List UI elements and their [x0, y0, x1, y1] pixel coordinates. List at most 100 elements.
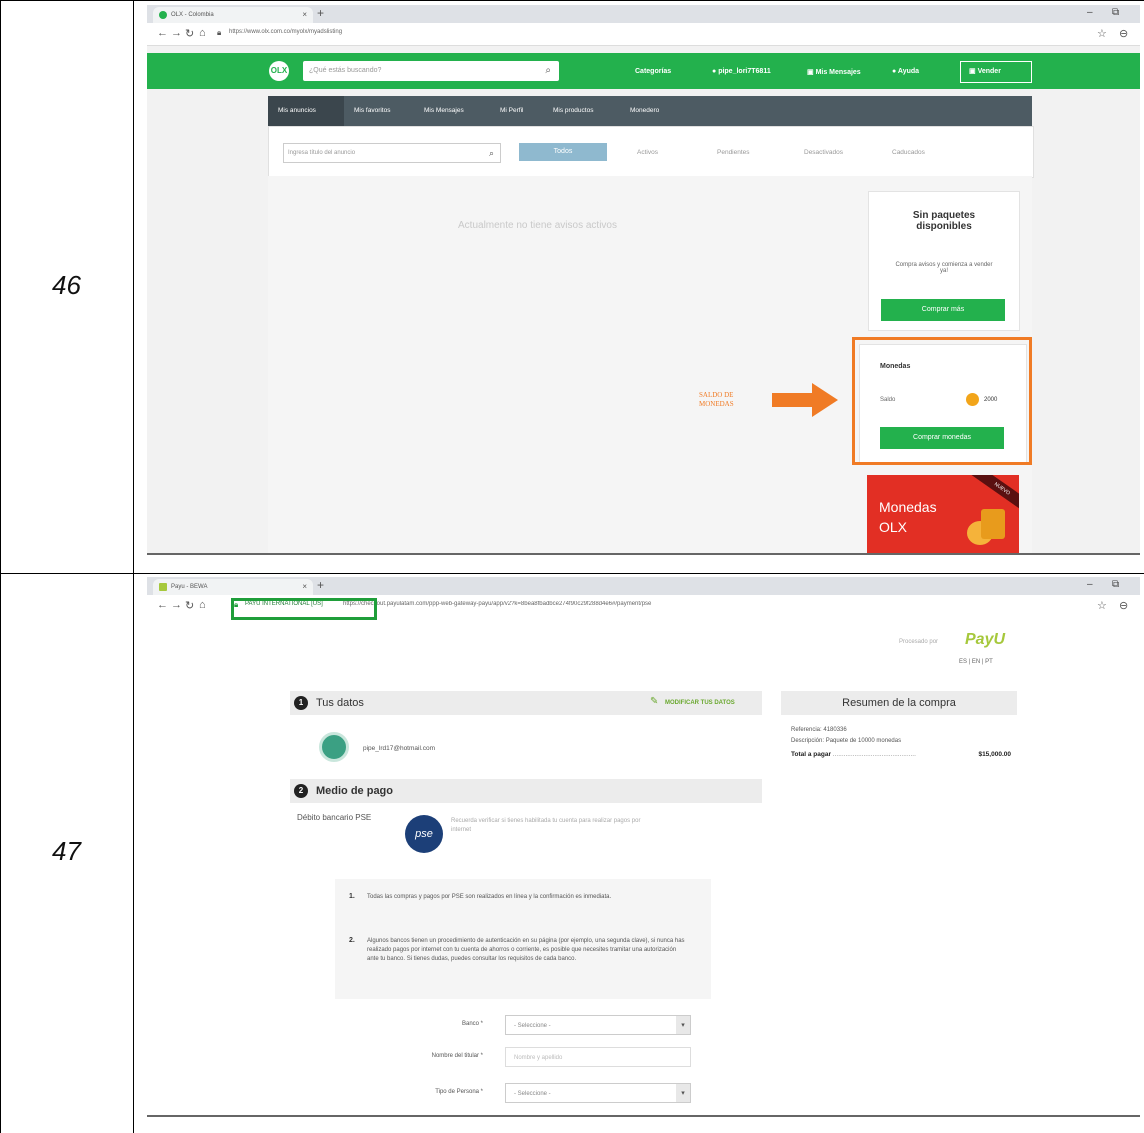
- coin-stack-icon: [963, 505, 1005, 545]
- filter-expired[interactable]: Caducados: [892, 149, 925, 156]
- edit-data-link[interactable]: MODIFICAR TUS DATOS: [665, 700, 735, 706]
- browser-tab[interactable]: OLX - Colombia ×: [153, 7, 313, 23]
- method-label: Débito bancario PSE: [297, 813, 372, 822]
- restore-icon-2[interactable]: ⧉: [1112, 579, 1119, 590]
- filter-all-button[interactable]: Todos: [519, 143, 607, 161]
- packages-panel: Sin paquetes disponibles Compra avisos y…: [868, 191, 1020, 331]
- new-tab-icon[interactable]: +: [317, 6, 324, 20]
- holder-name-input[interactable]: Nombre y apellido: [505, 1047, 691, 1067]
- camera-icon: ▣: [969, 68, 976, 75]
- ads-search-icon[interactable]: ⌕: [489, 144, 494, 162]
- bank-select[interactable]: - Seleccione - ▾: [505, 1015, 691, 1035]
- olx-header: OLX ¿Qué estás buscando? ⌕ Categorías ● …: [147, 53, 1140, 89]
- restore-icon[interactable]: ⧉: [1112, 7, 1119, 18]
- screenshot-olx: OLX - Colombia × + – ⧉ ← → ↻ ⌂ 🔒︎ https:…: [147, 5, 1140, 553]
- packages-title: Sin paquetes disponibles: [912, 210, 976, 232]
- promo-title-1: Monedas: [879, 499, 937, 515]
- step2-header: 2 Medio de pago: [290, 779, 762, 803]
- subnav-products[interactable]: Mis productos: [553, 107, 593, 114]
- back-icon[interactable]: ←: [157, 27, 168, 39]
- star-icon[interactable]: ☆: [1097, 27, 1107, 40]
- ads-filter-bar: Ingresa título del anuncio ⌕ Todos Activ…: [268, 126, 1034, 178]
- person-type-chevron-down-icon: ▾: [676, 1084, 690, 1102]
- step2-badge: 2: [294, 784, 308, 798]
- minimize-icon[interactable]: –: [1087, 7, 1093, 18]
- filter-pending[interactable]: Pendientes: [717, 149, 750, 156]
- sell-label: Vender: [977, 68, 1001, 75]
- subnav-wallet[interactable]: Monedero: [630, 107, 659, 114]
- home-icon[interactable]: ⌂: [199, 27, 206, 39]
- forward-icon-2[interactable]: →: [171, 599, 182, 611]
- star-icon-2[interactable]: ☆: [1097, 599, 1107, 612]
- summary-reference: Referencia: 4180336: [791, 727, 847, 733]
- form-holder-label: Nombre del titular *: [431, 1053, 483, 1059]
- person-type-select[interactable]: - Seleccione - ▾: [505, 1083, 691, 1103]
- ads-search-placeholder: Ingresa título del anuncio: [288, 150, 356, 156]
- instruction-1-text: Todas las compras y pagos por PSE son re…: [367, 894, 612, 900]
- user-link[interactable]: ● pipe_lori7T6811: [712, 68, 771, 75]
- home-icon-2[interactable]: ⌂: [199, 599, 206, 611]
- browser-tab-2[interactable]: Payu - BEWA ×: [153, 579, 313, 595]
- account-icon[interactable]: ⊖: [1119, 27, 1128, 40]
- search-icon[interactable]: ⌕: [545, 61, 551, 81]
- ads-search-input[interactable]: Ingresa título del anuncio ⌕: [283, 143, 501, 163]
- coins-highlight-frame: [852, 337, 1032, 465]
- subnav-messages[interactable]: Mis Mensajes: [424, 107, 464, 114]
- summary-description: Descripción: Paquete de 10000 monedas: [791, 738, 901, 744]
- instruction-2-text: Algunos bancos tienen un procedimiento d…: [367, 938, 685, 962]
- reference-value: 4180336: [823, 727, 847, 733]
- url-text[interactable]: https://www.olx.com.co/myolx/myadslistin…: [229, 29, 342, 35]
- help-link[interactable]: ● Ayuda: [892, 68, 919, 75]
- payu-favicon-icon: [159, 583, 167, 591]
- table-divider-col: [133, 0, 134, 1133]
- buy-more-button[interactable]: Comprar más: [881, 299, 1005, 321]
- screenshot-payu-bottom-line: [147, 1115, 1140, 1117]
- pse-note: Recuerda verificar si tienes habilitada …: [451, 818, 641, 833]
- minimize-icon-2[interactable]: –: [1087, 579, 1093, 590]
- url-text-2[interactable]: https://checkout.payulatam.com/ppp-web-g…: [343, 601, 843, 607]
- close-tab-icon[interactable]: ×: [302, 7, 307, 23]
- forward-icon[interactable]: →: [171, 27, 182, 39]
- language-selector[interactable]: ES | EN | PT: [959, 659, 993, 665]
- search-input[interactable]: ¿Qué estás buscando? ⌕: [303, 61, 559, 81]
- description-label: Descripción:: [791, 738, 825, 744]
- payu-processed-label: Procesado por: [899, 639, 939, 645]
- bank-chevron-down-icon: ▾: [676, 1016, 690, 1034]
- instruction-2-number: 2.: [349, 937, 355, 944]
- packages-text: Compra avisos y comienza a vender ya!: [895, 262, 993, 274]
- filter-disabled[interactable]: Desactivados: [804, 149, 843, 156]
- subnav-profile[interactable]: Mi Perfil: [500, 107, 523, 114]
- user-email: pipe_lrd17@hotmail.com: [363, 745, 435, 752]
- step1-title: Tus datos: [316, 697, 364, 709]
- table-border-top: [0, 0, 1144, 1]
- edit-icon[interactable]: ✎: [650, 696, 658, 707]
- reload-icon[interactable]: ↻: [185, 27, 194, 40]
- user-avatar-icon: [319, 732, 349, 762]
- payu-logo: PayU: [965, 631, 1006, 648]
- account-subnav: Mis anuncios Mis favoritos Mis Mensajes …: [268, 96, 1032, 126]
- new-tab-icon-2[interactable]: +: [317, 578, 324, 592]
- categories-link[interactable]: Categorías: [635, 68, 671, 75]
- holder-name-placeholder: Nombre y apellido: [514, 1055, 563, 1061]
- messages-link[interactable]: ▣ Mis Mensajes: [807, 68, 861, 76]
- account-icon-2[interactable]: ⊖: [1119, 599, 1128, 612]
- filter-active[interactable]: Activos: [637, 149, 658, 156]
- favicon-icon: [159, 11, 167, 19]
- subnav-my-ads[interactable]: Mis anuncios: [278, 107, 316, 114]
- subnav-favorites[interactable]: Mis favoritos: [354, 107, 390, 114]
- form-bank-label: Banco *: [461, 1021, 483, 1027]
- close-tab-icon-2[interactable]: ×: [302, 579, 307, 595]
- reload-icon-2[interactable]: ↻: [185, 599, 194, 612]
- olx-logo[interactable]: OLX: [269, 61, 289, 81]
- sell-button[interactable]: ▣ Vender: [960, 61, 1032, 83]
- back-icon-2[interactable]: ←: [157, 599, 168, 611]
- person-type-value: - Seleccione -: [514, 1091, 551, 1097]
- instruction-1-number: 1.: [349, 893, 355, 900]
- description-value: Paquete de 10000 monedas: [825, 738, 902, 744]
- coins-promo-banner[interactable]: NUEVO Monedas OLX: [867, 475, 1019, 553]
- coins-annotation: SALDO DE MONEDAS: [699, 391, 734, 408]
- search-placeholder: ¿Qué estás buscando?: [309, 67, 382, 74]
- annotation-arrow-icon: [772, 383, 838, 417]
- screenshot-payu: Payu - BEWA × + – ⧉ ← → ↻ ⌂ 🔒︎ PAYU INTE…: [147, 577, 1140, 1115]
- total-label: Total a pagar: [791, 751, 831, 758]
